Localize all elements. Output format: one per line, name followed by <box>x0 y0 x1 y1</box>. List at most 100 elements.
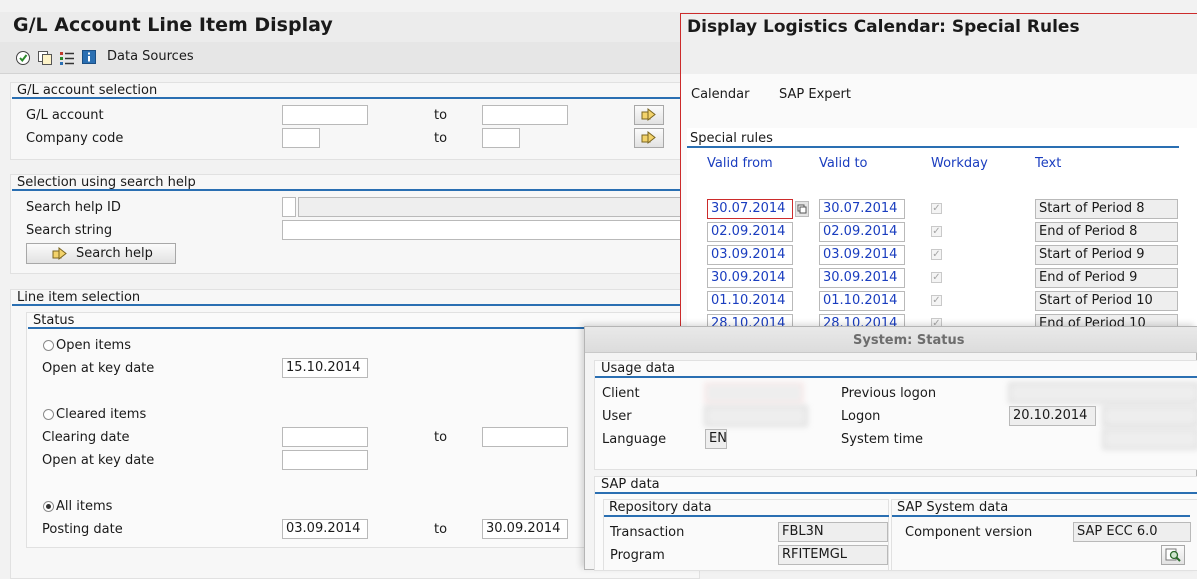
page-title: G/L Account Line Item Display <box>13 14 333 36</box>
search-help-button-label: Search help <box>76 246 153 261</box>
info-icon[interactable] <box>81 49 97 65</box>
posting-date-to-input[interactable]: 30.09.2014 <box>482 519 568 539</box>
company-code-to-input[interactable] <box>482 128 520 148</box>
calendar-window: Display Logistics Calendar: Special Rule… <box>680 13 1197 338</box>
calendar-title: Display Logistics Calendar: Special Rule… <box>687 17 1080 37</box>
logon-date: 20.10.2014 <box>1009 406 1096 426</box>
workday-checkbox[interactable]: ✓ <box>931 249 942 260</box>
workday-checkbox[interactable]: ✓ <box>931 295 942 306</box>
usage-data-title: Usage data <box>601 361 675 376</box>
divider <box>892 515 1190 517</box>
clearing-date-from-input[interactable] <box>282 427 368 447</box>
cleared-items-label: Cleared items <box>56 407 147 422</box>
workday-checkbox[interactable]: ✓ <box>931 226 942 237</box>
rule-text-cell[interactable]: Start of Period 10 <box>1035 291 1178 311</box>
divider <box>12 97 700 99</box>
magnifier-icon <box>1165 548 1181 562</box>
gl-toolbar: Data Sources <box>0 42 700 74</box>
valid-to-cell[interactable]: 30.07.2014 <box>819 199 905 219</box>
valid-from-cell[interactable]: 01.10.2014 <box>707 291 793 311</box>
open-key-date-input[interactable]: 15.10.2014 <box>282 358 368 378</box>
dialog-title: System: Status <box>853 333 965 348</box>
cleared-key-date-input[interactable] <box>282 450 368 470</box>
valid-from-cell[interactable]: 03.09.2014 <box>707 245 793 265</box>
divider <box>687 146 1179 148</box>
valid-to-cell[interactable]: 01.10.2014 <box>819 291 905 311</box>
cleared-items-radio[interactable] <box>43 409 54 420</box>
system-status-dialog: System: Status Usage data Client User La… <box>584 326 1197 571</box>
rule-text-cell[interactable]: End of Period 9 <box>1035 268 1178 288</box>
value-help-icon[interactable] <box>795 201 809 217</box>
client-label: Client <box>602 386 640 401</box>
divider <box>595 376 1197 378</box>
divider <box>604 515 889 517</box>
valid-from-cell[interactable]: 30.07.2014 <box>707 199 793 219</box>
rule-text-cell[interactable]: Start of Period 8 <box>1035 199 1178 219</box>
clearing-date-to-input[interactable] <box>482 427 568 447</box>
valid-to-cell[interactable]: 03.09.2014 <box>819 245 905 265</box>
program-label: Program <box>610 548 665 563</box>
valid-to-cell[interactable]: 30.09.2014 <box>819 268 905 288</box>
all-items-label: All items <box>56 499 113 514</box>
workday-checkbox[interactable]: ✓ <box>931 203 942 214</box>
valid-to-cell[interactable]: 02.09.2014 <box>819 222 905 242</box>
company-code-from-input[interactable] <box>282 128 320 148</box>
valid-from-cell[interactable]: 02.09.2014 <box>707 222 793 242</box>
to-label: to <box>434 131 448 146</box>
copy-variant-icon[interactable] <box>37 50 53 66</box>
search-help-description <box>298 197 700 217</box>
company-code-label: Company code <box>26 131 124 146</box>
arrow-right-icon <box>641 108 656 122</box>
to-label: to <box>434 108 448 123</box>
posting-date-from-input[interactable]: 03.09.2014 <box>282 519 368 539</box>
divider <box>12 189 700 191</box>
workday-checkbox[interactable]: ✓ <box>931 272 942 283</box>
gl-account-label: G/L account <box>26 108 104 123</box>
clearing-date-label: Clearing date <box>42 430 130 445</box>
system-time-label: System time <box>841 432 923 447</box>
client-value <box>705 383 803 403</box>
search-help-id-input[interactable] <box>282 197 296 217</box>
system-time-value <box>1103 429 1197 449</box>
special-rules-title: Special rules <box>690 131 773 146</box>
search-string-label: Search string <box>26 223 113 238</box>
to-label: to <box>434 430 448 445</box>
rule-text-cell[interactable]: End of Period 8 <box>1035 222 1178 242</box>
cleared-key-date-label: Open at key date <box>42 453 155 468</box>
posting-date-label: Posting date <box>42 522 123 537</box>
language-label: Language <box>602 432 667 447</box>
col-workday[interactable]: Workday <box>931 156 988 171</box>
previous-logon-value <box>1009 383 1197 403</box>
component-details-button[interactable] <box>1161 545 1185 565</box>
col-valid-to[interactable]: Valid to <box>819 156 868 171</box>
program-value: RFITEMGL <box>778 545 888 565</box>
data-sources-button[interactable]: Data Sources <box>107 49 194 65</box>
valid-from-cell[interactable]: 30.09.2014 <box>707 268 793 288</box>
repository-data-title: Repository data <box>609 500 712 515</box>
search-help-id-label: Search help ID <box>26 200 121 215</box>
previous-logon-label: Previous logon <box>841 386 937 401</box>
divider <box>595 492 1197 494</box>
open-items-radio[interactable] <box>43 340 54 351</box>
execute-icon[interactable] <box>15 50 31 66</box>
arrow-right-icon <box>641 131 656 145</box>
selection-options-icon[interactable] <box>59 50 75 66</box>
transaction-value: FBL3N <box>778 522 888 542</box>
gl-account-to-input[interactable] <box>482 105 568 125</box>
multiple-selection-button[interactable] <box>634 105 664 125</box>
rule-text-cell[interactable]: Start of Period 9 <box>1035 245 1178 265</box>
col-text[interactable]: Text <box>1035 156 1061 171</box>
logon-label: Logon <box>841 409 881 424</box>
sap-system-data-title: SAP System data <box>897 500 1009 515</box>
open-key-date-label: Open at key date <box>42 361 155 376</box>
all-items-radio[interactable] <box>43 501 54 512</box>
gl-account-from-input[interactable] <box>282 105 368 125</box>
search-string-input[interactable] <box>282 220 700 240</box>
col-valid-from[interactable]: Valid from <box>707 156 773 171</box>
search-help-button[interactable]: Search help <box>26 243 176 264</box>
arrow-right-icon <box>52 247 67 261</box>
multiple-selection-button[interactable] <box>634 128 664 148</box>
sap-data-title: SAP data <box>601 477 660 492</box>
language-value: EN <box>705 429 727 449</box>
user-value <box>705 406 807 426</box>
